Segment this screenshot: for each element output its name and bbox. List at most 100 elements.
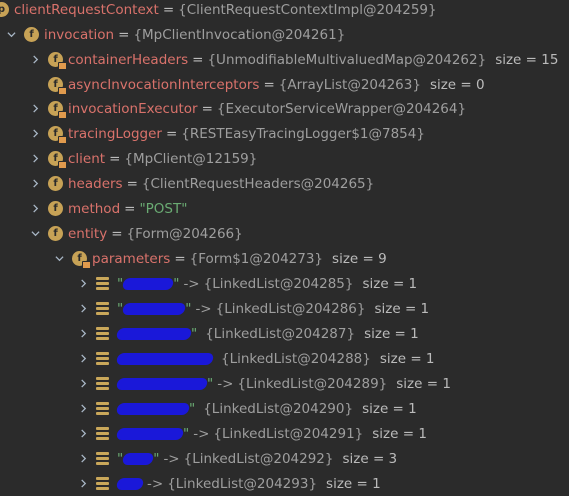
chevron-right-icon[interactable] <box>76 302 90 316</box>
entry-value: {LinkedList@204292} <box>183 450 334 467</box>
map-entry-row[interactable]: -> {LinkedList@204293} size = 1 <box>76 471 569 496</box>
map-entry-icon <box>96 452 109 465</box>
variable-value: {ExecutorServiceWrapper@204264} <box>216 100 467 117</box>
variable-value: {UnmodifiableMultivaluedMap@204262} <box>207 51 487 68</box>
variable-value: {ArrayList@204263} <box>278 76 421 93</box>
map-entry-row[interactable]: " " -> {LinkedList@204285} size = 1 <box>76 271 569 296</box>
variable-value: "POST" <box>139 200 188 217</box>
entry-key-close: " <box>185 300 192 317</box>
variable-name: containerHeaders <box>68 51 189 68</box>
collection-size: size = 1 <box>326 475 381 492</box>
chevron-right-icon[interactable] <box>28 127 42 141</box>
variable-name: entity <box>68 225 108 242</box>
equals-sign: = <box>165 125 178 142</box>
collection-size: size = 1 <box>374 300 430 317</box>
map-entry-row[interactable]: " {LinkedList@204290} size = 1 <box>76 396 569 421</box>
lock-icon <box>58 136 67 144</box>
map-entry-row[interactable]: " " -> {LinkedList@204292} size = 3 <box>76 446 569 471</box>
map-entry-icon <box>96 477 109 490</box>
map-entry-icon <box>96 377 109 390</box>
chevron-right-icon[interactable] <box>28 53 42 67</box>
variable-row-invocation[interactable]: f invocation = {MpClientInvocation@20426… <box>4 22 569 47</box>
equals-sign: = <box>126 175 138 192</box>
variable-row-parameters[interactable]: f parameters = {Form$1@204273} size = 9 <box>52 246 569 271</box>
chevron-right-icon[interactable] <box>28 202 42 216</box>
chevron-right-icon[interactable] <box>28 177 42 191</box>
map-entry-icon <box>96 302 109 315</box>
lock-icon <box>58 87 67 95</box>
chevron-right-icon[interactable] <box>76 377 90 391</box>
chevron-right-icon[interactable] <box>76 277 90 291</box>
map-entry-row[interactable]: {LinkedList@204288} size = 1 <box>76 346 569 371</box>
chevron-right-icon[interactable] <box>28 102 42 116</box>
map-entry-row[interactable]: " -> {LinkedList@204291} size = 1 <box>76 421 569 446</box>
map-entry-icon <box>96 352 109 365</box>
redaction-scribble <box>121 452 155 465</box>
lock-icon <box>58 111 67 119</box>
lock-icon <box>82 261 91 269</box>
map-entry-row[interactable]: " -> {LinkedList@204289} size = 1 <box>76 371 569 396</box>
chevron-down-icon[interactable] <box>4 28 18 42</box>
variable-name: invocation <box>44 26 115 43</box>
variable-row-method[interactable]: f method = "POST" <box>28 196 569 221</box>
field-icon: f <box>48 52 67 70</box>
equals-sign: = <box>192 51 204 68</box>
chevron-right-icon[interactable] <box>76 327 90 341</box>
field-icon: f <box>48 101 67 119</box>
chevron-right-icon[interactable] <box>76 402 90 416</box>
equals-sign: = <box>162 1 175 18</box>
entry-key-close: " <box>183 425 190 442</box>
variable-name: invocationExecutor <box>68 100 198 117</box>
collection-size: size = 9 <box>332 250 387 267</box>
entry-key-close: " <box>153 450 160 467</box>
variable-value: {MpClient@12159} <box>124 150 258 167</box>
variable-row-tracingLogger[interactable]: f tracingLogger = {RESTEasyTracingLogger… <box>28 121 569 146</box>
entry-value: {LinkedList@204293} <box>167 475 318 492</box>
variable-name: clientRequestContext <box>14 1 159 18</box>
field-icon: f <box>24 27 39 42</box>
chevron-right-icon[interactable] <box>76 477 90 491</box>
chevron-right-icon[interactable] <box>76 352 90 366</box>
map-entry-icon <box>96 427 109 440</box>
entry-arrow: -> <box>163 450 180 467</box>
redaction-scribble <box>115 327 193 340</box>
variable-row-asyncInvocationInterceptors[interactable]: f asyncInvocationInterceptors = {ArrayLi… <box>28 72 569 97</box>
chevron-right-icon[interactable] <box>76 452 90 466</box>
chevron-right-icon[interactable] <box>76 427 90 441</box>
variable-row-client[interactable]: f client = {MpClient@12159} <box>28 146 569 171</box>
collection-size: size = 15 <box>495 51 559 68</box>
entry-value: {LinkedList@204285} <box>203 275 354 292</box>
variable-row-invocationExecutor[interactable]: f invocationExecutor = {ExecutorServiceW… <box>28 96 569 121</box>
field-icon: f <box>48 126 67 144</box>
map-entry-row[interactable]: " {LinkedList@204287} size = 1 <box>76 321 569 346</box>
entry-key-close: " <box>173 275 180 292</box>
variable-row-containerHeaders[interactable]: f containerHeaders = {UnmodifiableMultiv… <box>28 47 569 72</box>
redaction-scribble <box>115 427 185 440</box>
variable-row-headers[interactable]: f headers = {ClientRequestHeaders@204265… <box>28 171 569 196</box>
variable-row-entity[interactable]: f entity = {Form@204266} <box>28 221 569 246</box>
lock-icon <box>58 62 67 70</box>
entry-key-close: " <box>189 400 196 417</box>
debugger-variables-tree: p clientRequestContext = {ClientRequestC… <box>0 0 569 496</box>
chevron-right-icon[interactable] <box>28 152 42 166</box>
entry-arrow: -> <box>147 475 164 492</box>
variable-name: parameters <box>92 250 171 267</box>
variable-name: asyncInvocationInterceptors <box>68 76 260 93</box>
redaction-scribble <box>115 477 145 490</box>
chevron-down-icon[interactable] <box>28 227 42 241</box>
entry-key-close: " <box>207 375 214 392</box>
map-entry-row[interactable]: " " -> {LinkedList@204286} size = 1 <box>76 296 569 321</box>
variable-name: headers <box>68 175 123 192</box>
chevron-down-icon[interactable] <box>52 252 66 266</box>
equals-sign: = <box>109 150 121 167</box>
variable-row-clientRequestContext[interactable]: p clientRequestContext = {ClientRequestC… <box>0 0 563 22</box>
redaction-scribble <box>115 352 215 365</box>
entry-value: {LinkedList@204289} <box>237 375 388 392</box>
parameter-icon: p <box>0 2 9 17</box>
entry-value: {LinkedList@204286} <box>215 300 366 317</box>
variable-value: {RESTEasyTracingLogger$1@7854} <box>181 125 425 142</box>
variable-name: method <box>68 200 121 217</box>
redaction-scribble <box>115 402 191 415</box>
collection-size: size = 1 <box>396 375 451 392</box>
entry-value: {LinkedList@204290} <box>203 400 354 417</box>
